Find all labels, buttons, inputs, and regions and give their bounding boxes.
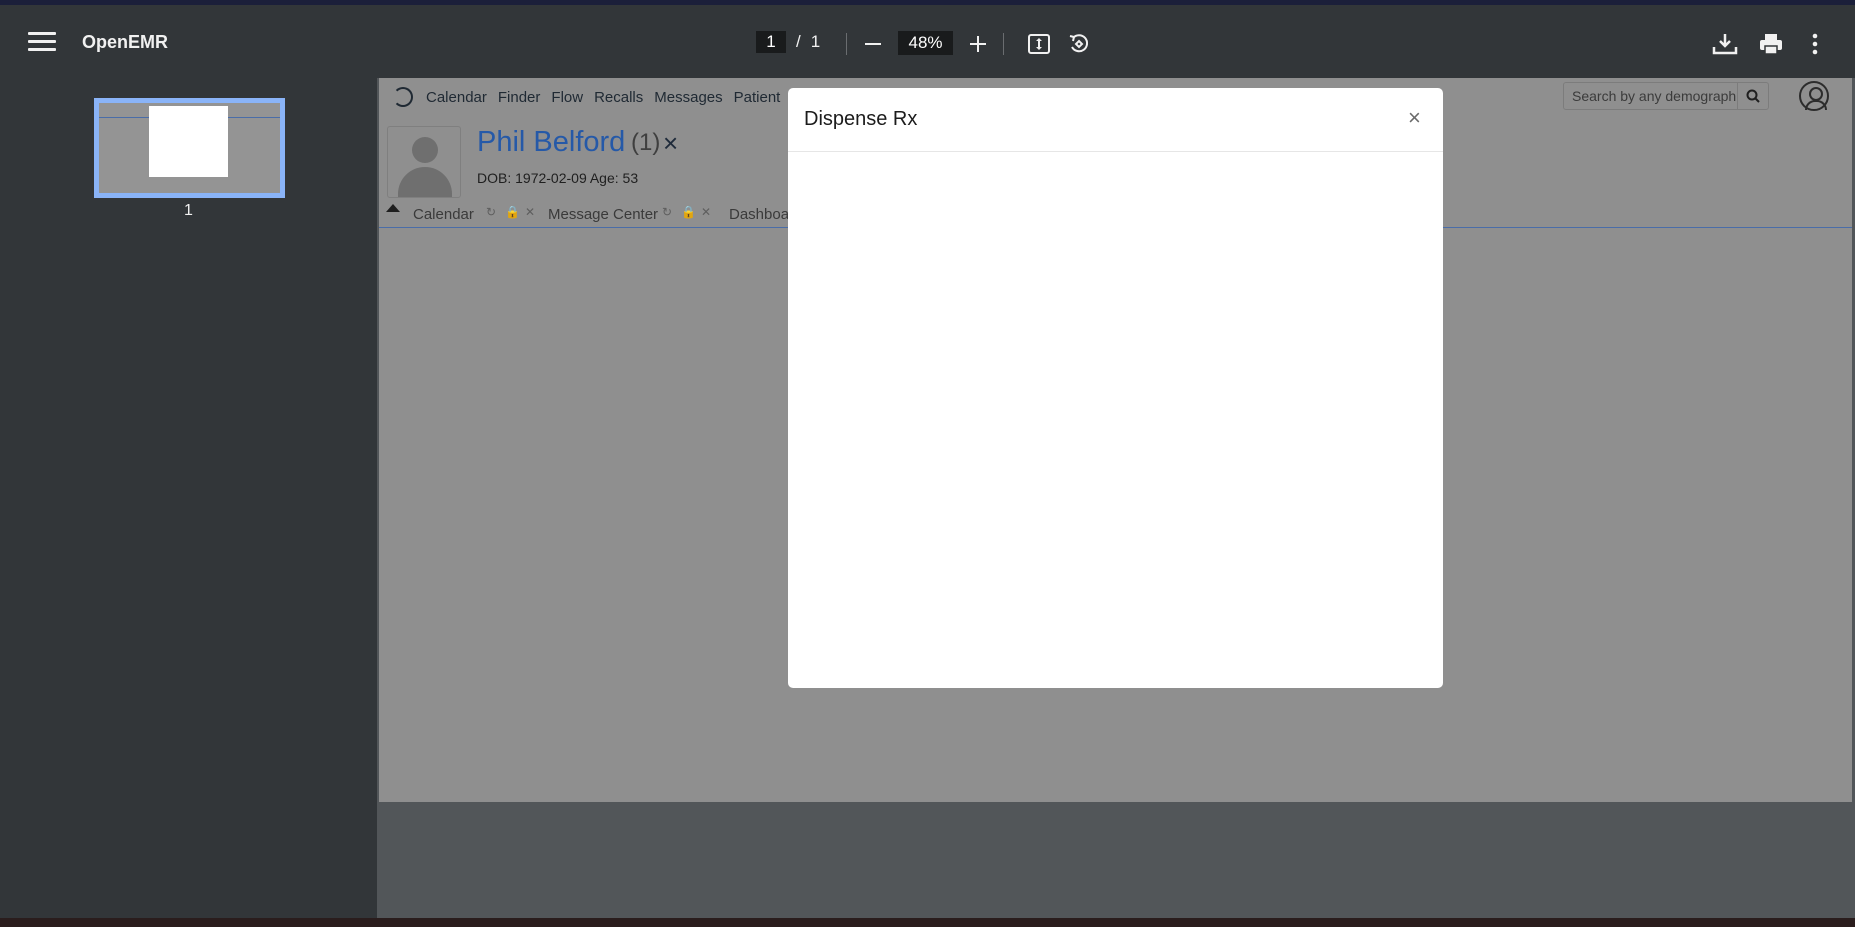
close-tab-icon[interactable]: ✕ bbox=[525, 205, 535, 219]
more-options-icon[interactable] bbox=[1800, 29, 1830, 59]
close-tab-icon[interactable]: ✕ bbox=[701, 205, 711, 219]
pdf-toolbar: OpenEMR 1 / 1 48% bbox=[0, 0, 1855, 78]
toolbar-divider bbox=[1003, 33, 1004, 55]
patient-search-input[interactable]: Search by any demograph bbox=[1563, 82, 1738, 110]
nav-flow[interactable]: Flow bbox=[551, 89, 583, 106]
modal-title: Dispense Rx bbox=[804, 108, 918, 130]
patient-count: (1) bbox=[631, 129, 661, 156]
document-title: OpenEMR bbox=[82, 32, 169, 52]
tab-calendar[interactable]: Calendar bbox=[413, 206, 474, 223]
page-separator: / bbox=[796, 32, 801, 51]
nav-patient[interactable]: Patient bbox=[734, 89, 781, 106]
close-patient-icon[interactable]: × bbox=[663, 128, 678, 159]
modal-header: Dispense Rx × bbox=[788, 88, 1443, 152]
tab-message-center[interactable]: Message Center bbox=[548, 206, 658, 223]
user-account-icon[interactable] bbox=[1799, 81, 1829, 111]
refresh-icon[interactable]: ↻ bbox=[486, 205, 496, 219]
window-bottom-edge bbox=[0, 918, 1855, 927]
page-number-input[interactable]: 1 bbox=[756, 31, 786, 53]
rotate-icon[interactable] bbox=[1064, 29, 1094, 59]
fit-page-icon[interactable] bbox=[1024, 29, 1054, 59]
zoom-in-icon[interactable] bbox=[963, 29, 993, 59]
zoom-out-icon[interactable] bbox=[858, 29, 888, 59]
collapse-caret-icon[interactable] bbox=[386, 204, 400, 212]
page-control: 1 / 1 bbox=[756, 31, 820, 53]
menu-icon[interactable] bbox=[28, 32, 56, 56]
nav-calendar[interactable]: Calendar bbox=[426, 89, 487, 106]
patient-name[interactable]: Phil Belford bbox=[477, 126, 625, 159]
zoom-level-input[interactable]: 48% bbox=[898, 31, 953, 55]
total-pages: 1 bbox=[810, 32, 821, 51]
patient-dob-age: DOB: 1972-02-09 Age: 53 bbox=[477, 170, 639, 186]
search-icon[interactable] bbox=[1737, 82, 1769, 110]
print-icon[interactable] bbox=[1756, 29, 1786, 59]
patient-avatar bbox=[387, 126, 461, 198]
lock-icon[interactable]: 🔒 bbox=[505, 205, 520, 219]
thumbnail-sidebar: 1 bbox=[0, 78, 377, 918]
thumbnail-page-number: 1 bbox=[184, 202, 193, 219]
close-icon[interactable]: × bbox=[1408, 105, 1421, 131]
dispense-rx-modal: Dispense Rx × bbox=[788, 88, 1443, 688]
tab-dashboard[interactable]: Dashboar bbox=[729, 206, 794, 223]
nav-finder[interactable]: Finder bbox=[498, 89, 541, 106]
download-icon[interactable] bbox=[1710, 29, 1740, 59]
openemr-logo-icon bbox=[393, 87, 413, 107]
nav-messages[interactable]: Messages bbox=[654, 89, 722, 106]
toolbar-divider bbox=[846, 33, 847, 55]
page-thumbnail[interactable] bbox=[94, 98, 285, 198]
thumbnail-modal-preview bbox=[149, 106, 228, 177]
refresh-icon[interactable]: ↻ bbox=[662, 205, 672, 219]
lock-icon[interactable]: 🔒 bbox=[681, 205, 696, 219]
nav-recalls[interactable]: Recalls bbox=[594, 89, 643, 106]
